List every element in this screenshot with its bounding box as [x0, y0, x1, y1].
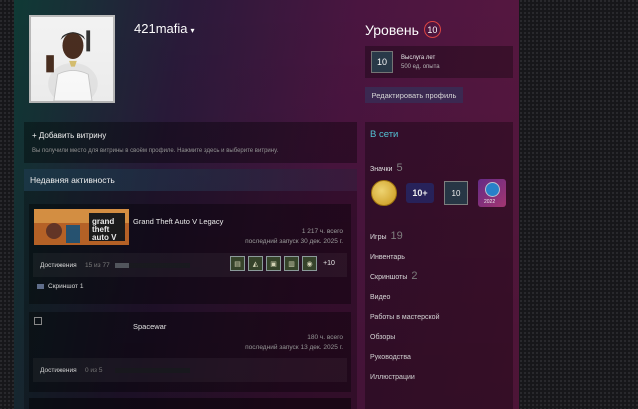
- level-badge[interactable]: 10: [423, 21, 441, 38]
- achievements-progress-fill: [115, 263, 130, 268]
- activity-game-gta: grand theft auto V Grand Theft Auto V Le…: [29, 204, 351, 304]
- screenshots-count: 2: [411, 270, 418, 282]
- sidebar-item-screenshots[interactable]: Скриншоты 2: [370, 270, 418, 282]
- screenshot-link[interactable]: Скриншот 1: [37, 283, 83, 290]
- avatar[interactable]: [29, 15, 115, 103]
- years-badge-icon: 10: [371, 51, 393, 73]
- game-hours: 1 217 ч. всего: [301, 228, 343, 235]
- online-status: В сети: [370, 129, 399, 140]
- games-label: Игры: [370, 234, 387, 241]
- steam-year-badge-icon: 2022: [478, 179, 506, 207]
- chevron-down-icon[interactable]: ▾: [190, 26, 194, 35]
- sidebar-item-badges[interactable]: Значки 5: [370, 162, 403, 174]
- game-hours: 180 ч. всего: [307, 334, 343, 341]
- achievements-row[interactable]: Достижения 15 из 77 ▤ ◭ ▣ ▥ ◉ +10: [33, 253, 347, 277]
- level-plus-badge[interactable]: 10+: [406, 179, 434, 207]
- achievement-icon[interactable]: ▤: [230, 256, 245, 271]
- screenshots-label: Скриншоты: [370, 274, 408, 281]
- achievements-label: Достижения: [40, 262, 77, 269]
- sidebar-item-guides[interactable]: Руководства: [370, 354, 411, 361]
- sidebar-item-inventory[interactable]: Инвентарь: [370, 254, 405, 261]
- achievement-icon[interactable]: ▥: [284, 256, 299, 271]
- achievements-count: 15 из 77: [85, 262, 110, 269]
- achievement-icon[interactable]: ◭: [248, 256, 263, 271]
- steam-logo-icon: [485, 182, 500, 197]
- achievements-progress: [115, 368, 190, 373]
- game-name[interactable]: Spacewar: [133, 322, 166, 331]
- favorite-badge[interactable]: 10 Выслуга лет 500 ед. опыта: [365, 46, 513, 78]
- recent-activity-header: Недавняя активность: [24, 169, 357, 191]
- achievement-icons: ▤ ◭ ▣ ▥ ◉ +10: [230, 256, 338, 271]
- badge-xp: 500 ед. опыта: [401, 64, 440, 70]
- sidebar-item-workshop[interactable]: Работы в мастерской: [370, 314, 440, 321]
- level-heading: Уровень 10: [365, 21, 441, 38]
- year-label: 2022: [484, 199, 496, 205]
- activity-game-spacewar: Spacewar 180 ч. всего последний запуск 1…: [29, 312, 351, 392]
- profile-sidebar: В сети Значки 5 10+ 10 2022 Игры 19 Инвент…: [365, 122, 513, 409]
- edit-profile-button[interactable]: Редактировать профиль: [365, 87, 463, 103]
- game-last-played: последний запуск 30 дек. 2025 г.: [245, 238, 343, 245]
- achievements-progress: [115, 263, 190, 268]
- sidebar-item-games[interactable]: Игры 19: [370, 230, 403, 242]
- screenshot-icon: [37, 284, 44, 289]
- achievements-row[interactable]: Достижения 0 из 5: [33, 358, 347, 382]
- level-heading-text: Уровень: [365, 21, 419, 38]
- avatar-image: [31, 17, 113, 101]
- achievements-count: 0 из 5: [85, 367, 103, 374]
- add-showcase[interactable]: + Добавить витрину Вы получили место для…: [24, 122, 357, 163]
- badges-label: Значки: [370, 166, 393, 173]
- username[interactable]: 421mafia ▾: [134, 21, 195, 36]
- badges-row: 10+ 10 2022: [370, 179, 506, 207]
- achievements-more[interactable]: +10: [320, 256, 338, 271]
- badges-count: 5: [396, 162, 403, 174]
- steam-year-badge[interactable]: 2022: [478, 179, 506, 207]
- screenshot-label: Скриншот 1: [48, 283, 84, 290]
- broken-image-icon[interactable]: [34, 317, 42, 325]
- game-name[interactable]: Grand Theft Auto V Legacy: [133, 217, 223, 226]
- games-count: 19: [390, 230, 403, 242]
- showcase-desc: Вы получили место для витрины в своём пр…: [32, 148, 279, 154]
- profile-panel: 421mafia ▾ Уровень 10 10 Выслуга лет 500 …: [14, 0, 519, 409]
- sidebar-item-reviews[interactable]: Обзоры: [370, 334, 395, 341]
- years-badge-icon: 10: [444, 181, 468, 205]
- svg-text:auto V: auto V: [92, 233, 117, 242]
- sidebar-item-artwork[interactable]: Иллюстрации: [370, 374, 415, 381]
- sidebar-item-video[interactable]: Видео: [370, 294, 390, 301]
- achievement-icon[interactable]: ▣: [266, 256, 281, 271]
- game-last-played: последний запуск 13 дек. 2025 г.: [245, 344, 343, 351]
- achievements-label: Достижения: [40, 367, 77, 374]
- username-text: 421mafia: [134, 21, 188, 36]
- achievement-icon[interactable]: ◉: [302, 256, 317, 271]
- years-badge[interactable]: 10: [442, 179, 470, 207]
- coin-badge-icon: [371, 180, 397, 206]
- showcase-title: + Добавить витрину: [32, 131, 107, 140]
- game-capsule-image[interactable]: grand theft auto V: [34, 209, 129, 245]
- coin-badge[interactable]: [370, 179, 398, 207]
- activity-game-next: [29, 398, 351, 409]
- badge-title: Выслуга лет: [401, 55, 436, 61]
- level-plus-badge-icon: 10+: [406, 183, 434, 203]
